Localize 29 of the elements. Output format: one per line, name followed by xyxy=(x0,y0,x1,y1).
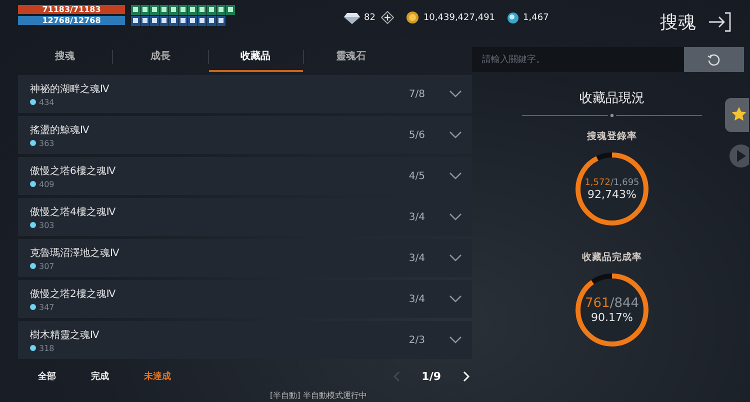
stat-count: 1,572/1,695 xyxy=(584,178,640,188)
status-message: [半自動] 半自動模式運行中 xyxy=(270,391,368,401)
stat-count: 761/844 xyxy=(584,296,640,311)
item-name: 樹木精靈之魂Ⅳ xyxy=(30,328,100,342)
item-name: 克魯瑪沼澤地之魂Ⅳ xyxy=(30,246,120,260)
currency-amount: 82 xyxy=(364,12,376,22)
item-points: 363 xyxy=(39,138,54,148)
item-points: 434 xyxy=(39,98,54,106)
stat-percent: 92,743% xyxy=(588,188,636,200)
item-name: 搖盪的鯨魂Ⅳ xyxy=(30,124,90,136)
item-points: 347 xyxy=(39,302,54,312)
item-points: 409 xyxy=(39,180,54,188)
item-points: 303 xyxy=(39,220,54,230)
mp-bar: 12768/12768 xyxy=(18,16,125,25)
screen-title: 搜魂 xyxy=(660,11,696,34)
page-indicator: 1/9 xyxy=(422,370,441,382)
item-name: 神祕的湖畔之魂Ⅳ xyxy=(30,82,110,96)
hp-bar: 71183/71183 xyxy=(18,5,125,14)
item-name: 傲慢之塔6樓之魂Ⅳ xyxy=(30,164,117,178)
item-name: 傲慢之塔4樓之魂Ⅳ xyxy=(30,206,117,218)
stat-percent: 90.17% xyxy=(591,311,633,324)
stat-label: 搜魂登錄率 xyxy=(587,130,637,143)
currency-amount: 1,467 xyxy=(523,12,549,22)
stat-label: 收藏品完成率 xyxy=(582,251,642,264)
currency-amount: 10,439,427,491 xyxy=(423,12,496,22)
item-name: 傲慢之塔2樓之魂Ⅳ xyxy=(30,288,117,300)
item-points: 307 xyxy=(39,262,54,270)
panel-title: 收藏品現況 xyxy=(580,90,644,107)
item-points: 318 xyxy=(39,344,54,352)
